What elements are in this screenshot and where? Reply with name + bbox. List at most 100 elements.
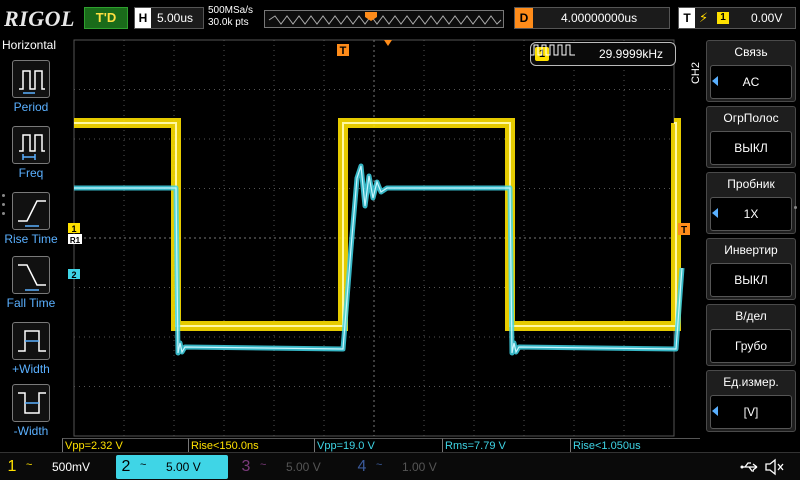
channel-1-scale: 500mV <box>52 460 91 474</box>
channel-2-number: 2 <box>121 458 131 475</box>
rising-edge-icon: ⚡ <box>699 10 709 25</box>
volts-div-softkey[interactable]: В/дел Грубо <box>706 304 796 366</box>
channel-menu-label: CH2 <box>690 62 702 85</box>
trigger-display[interactable]: T ⚡ 1 0.00V <box>678 7 796 29</box>
channel-2-scale: 5.00 V <box>166 460 201 474</box>
channel-2-status[interactable]: 2 ~ 5.00 V <box>116 455 228 479</box>
channel-2-coupling: ~ <box>140 459 147 471</box>
trigger-position-marker: T <box>340 45 347 57</box>
channel-4-coupling: ~ <box>376 459 383 471</box>
channel-1-marker: 1 <box>71 224 76 234</box>
waveform-canvas: T 1 R1 2 T <box>68 39 690 437</box>
left-measure-menu: Horizontal Period Freq Rise Time Fall Ti… <box>0 36 62 438</box>
probe-value: 1X <box>710 197 792 231</box>
positive-width-icon <box>12 322 50 360</box>
volts-div-header: В/дел <box>735 309 767 323</box>
measure-fall-time-button[interactable]: Fall Time <box>0 254 62 316</box>
channel-status-bar: 1 ~ 500mV 2 ~ 5.00 V 3 ~ 5.00 V 4 ~ 1.00… <box>0 452 800 480</box>
counter-value: 29.9999kHz <box>599 47 664 61</box>
trigger-source: 1 <box>717 12 729 24</box>
probe-arrow-icon <box>712 208 718 218</box>
channel-1-status[interactable]: 1 ~ 500mV <box>2 455 114 479</box>
trigger-level-marker: T <box>681 225 687 236</box>
channel-4-status[interactable]: 4 ~ 1.00 V <box>352 455 464 479</box>
waveform-display[interactable]: T 1 R1 2 T 1 29.9999kHz <box>62 36 690 438</box>
measurement-ch1-rise[interactable]: Rise<150.0ns <box>188 438 314 452</box>
probe-header: Пробник <box>727 177 775 191</box>
volts-div-value: Грубо <box>710 329 792 363</box>
freq-icon <box>12 126 50 164</box>
acquisition-info: 500MSa/s 30.0k pts <box>208 5 253 29</box>
memory-overview-waveform <box>268 12 502 25</box>
units-value: [V] <box>710 395 792 429</box>
channel-1-waveform <box>74 118 681 331</box>
timebase-value: 5.00us <box>157 11 194 25</box>
measurement-bar: Vpp=2.32 V Rise<150.0ns Vpp=19.0 V Rms=7… <box>62 438 700 452</box>
menu-title: Horizontal <box>2 38 57 52</box>
measure-period-button[interactable]: Period <box>0 58 62 120</box>
coupling-arrow-icon <box>712 76 718 86</box>
channel-4-number: 4 <box>357 458 367 475</box>
memory-overview-strip[interactable] <box>264 10 504 28</box>
brand-logo: RIGOL <box>4 6 75 31</box>
negative-width-label: -Width <box>13 424 49 438</box>
freq-label: Freq <box>18 166 44 180</box>
period-label: Period <box>13 100 49 114</box>
trigger-tag: T <box>679 8 695 28</box>
measure-freq-button[interactable]: Freq <box>0 124 62 186</box>
measurement-ch2-rise[interactable]: Rise<1.050us <box>570 438 700 452</box>
invert-value: ВЫКЛ <box>710 263 792 297</box>
trigger-level: 0.00V <box>751 11 783 25</box>
invert-header: Инвертир <box>724 243 778 257</box>
measure-rise-time-button[interactable]: Rise Time <box>0 190 62 252</box>
usb-icon <box>740 462 758 472</box>
channel-1-waveform-core <box>74 122 677 327</box>
rise-time-icon <box>12 192 50 230</box>
bandwidth-limit-softkey[interactable]: ОгрПолос ВЫКЛ <box>706 106 796 168</box>
menu-page-dots <box>2 194 6 221</box>
horizontal-tag: H <box>135 8 151 28</box>
run-state-badge[interactable]: T'D <box>84 7 128 29</box>
coupling-header: Связь <box>734 45 768 59</box>
measure-negative-width-button[interactable]: -Width <box>0 382 62 444</box>
sample-rate: 500MSa/s <box>208 5 254 16</box>
channel-3-number: 3 <box>241 458 251 475</box>
measurement-ch1-vpp[interactable]: Vpp=2.32 V <box>62 438 188 452</box>
channel-1-coupling: ~ <box>26 459 33 471</box>
units-header: Ед.измер. <box>723 375 779 389</box>
measurement-ch2-rms[interactable]: Rms=7.79 V <box>442 438 570 452</box>
bandwidth-limit-header: ОгрПолос <box>723 111 779 125</box>
bandwidth-limit-value: ВЫКЛ <box>710 131 792 165</box>
channel-4-scale: 1.00 V <box>402 460 437 474</box>
ref-marker: R1 <box>70 236 81 245</box>
horizontal-timebase[interactable]: H 5.00us <box>134 7 204 29</box>
units-softkey[interactable]: Ед.измер. [V] <box>706 370 796 432</box>
invert-softkey[interactable]: Инвертир ВЫКЛ <box>706 238 796 300</box>
fall-time-label: Fall Time <box>6 296 56 310</box>
menu-dot <box>794 206 797 209</box>
coupling-softkey[interactable]: Связь AC <box>706 40 796 102</box>
measurement-ch2-vpp[interactable]: Vpp=19.0 V <box>314 438 442 452</box>
delay-tag: D <box>515 8 533 28</box>
fall-time-icon <box>12 256 50 294</box>
negative-width-icon <box>12 384 50 422</box>
channel-1-number: 1 <box>7 458 17 475</box>
memory-trigger-marker <box>365 12 377 21</box>
speaker-icon[interactable] <box>764 457 786 477</box>
delay-display[interactable]: D 4.00000000us <box>514 7 670 29</box>
probe-softkey[interactable]: Пробник 1X <box>706 172 796 234</box>
frequency-counter: 1 29.9999kHz <box>530 42 676 66</box>
coupling-value: AC <box>710 65 792 99</box>
counter-square-wave-icon <box>531 44 575 56</box>
measure-positive-width-button[interactable]: +Width <box>0 320 62 382</box>
channel-3-scale: 5.00 V <box>286 460 321 474</box>
channel-2-marker: 2 <box>71 270 76 280</box>
positive-width-label: +Width <box>12 362 50 376</box>
channel-3-coupling: ~ <box>260 459 267 471</box>
rise-time-label: Rise Time <box>4 232 58 246</box>
memory-depth: 30.0k pts <box>208 17 249 28</box>
channel-3-status[interactable]: 3 ~ 5.00 V <box>236 455 348 479</box>
top-status-bar: RIGOL T'D H 5.00us 500MSa/s 30.0k pts D … <box>0 0 800 36</box>
delay-value: 4.00000000us <box>561 11 638 25</box>
units-arrow-icon <box>712 406 718 416</box>
